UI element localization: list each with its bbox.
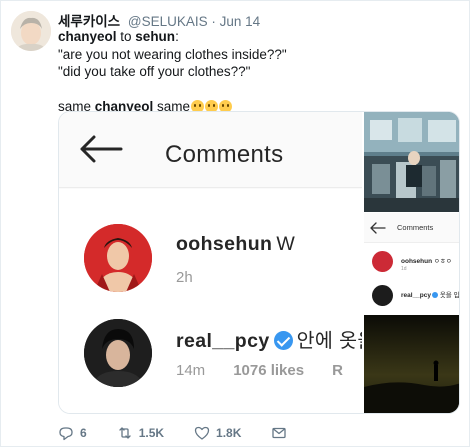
retweet-button[interactable]: 1.5K [117,425,164,441]
mini-header: Comments [364,213,459,243]
comment-meta: 14m 1076 likes R [176,362,343,379]
comment-avatar [84,224,152,292]
comment-reply: R [332,362,343,379]
avatar-image [84,224,152,292]
mention-sehun: sehun [135,29,176,44]
avatar-image [11,11,51,51]
mini-comment-author: real__pcy 옷을 입 [401,289,460,299]
tweet-line-2: "are you not wearing clothes inside??" [58,46,287,62]
back-arrow-icon [80,135,123,163]
screenshot-comments: oohsehunW 2h real__pcy 안에 옷을 [59,189,362,413]
screenshot-title: Comments [165,141,284,168]
mini-comment-avatar [372,251,393,272]
user-handle[interactable]: @SELUKAIS [128,14,208,29]
tweet-line-1: chanyeol to sehun: [58,28,287,46]
mini-comment-avatar [372,285,393,306]
tweet-line-3: "did you take off your clothes??" [58,64,251,79]
direct-message-button[interactable] [271,425,293,441]
like-count: 1.8K [216,426,242,440]
mini-comment-age: 1d [401,266,407,272]
verified-badge-icon [432,292,438,298]
comment-age: 14m [176,362,206,379]
tweet-line-gap [58,81,287,99]
tweet-text: chanyeol to sehun: "are you not wearing … [58,28,287,116]
comment-age: 2h [176,269,193,286]
tweet-text-to: to [116,29,136,44]
comment-username: oohsehun [176,233,273,255]
media-photo-night[interactable] [364,315,459,413]
reply-count: 6 [80,426,87,440]
back-arrow-icon [370,222,386,234]
mini-username: real__pcy [401,292,431,299]
tweet-text-colon: : [175,29,179,44]
tweet-card: 세루카이스 @SELUKAIS · Jun 14 chanyeol to seh… [0,0,470,447]
room-photo-image [364,112,459,212]
mini-username: oohsehun [401,258,433,265]
retweet-icon [119,427,131,439]
comment-username: real__pcy [176,330,270,352]
comment-likes: 1076 likes [233,362,305,379]
media-photo-room[interactable] [364,112,459,212]
tweet-actions: 6 1.5K 1.8K [58,424,323,442]
tweet-header: 세루카이스 @SELUKAIS · Jun 14 [58,10,260,30]
envelope-icon [272,427,287,439]
comment-author: real__pcy 안에 옷을 [176,324,362,353]
media-mini-comments[interactable]: Comments oohsehun ㅇㅎㅇ 1d real__pcy 옷을 입 [364,213,460,314]
tweet-media-grid[interactable]: Comments oohsehun W 2h real__pcy 안에 옷 14… [58,111,460,414]
avatar-image [84,319,152,387]
mini-comment-text: ㅇㅎㅇ [433,258,452,265]
retweet-count: 1.5K [138,426,165,440]
mini-title: Comments [397,223,434,232]
tweet-date[interactable]: Jun 14 [220,14,261,29]
like-button[interactable]: 1.8K [194,425,241,441]
reply-button[interactable]: 6 [58,425,87,441]
comment-avatar [84,319,152,387]
heart-icon [194,426,210,440]
night-photo-image [364,315,459,413]
user-avatar[interactable] [11,11,51,51]
mini-comment-author: oohsehun ㅇㅎㅇ [401,255,452,265]
mention-chanyeol: chanyeol [58,29,117,44]
screenshot-header: Comments [59,112,362,188]
media-side-column: Comments oohsehun ㅇㅎㅇ 1d real__pcy 옷을 입 [364,112,460,413]
comment-text: 안에 옷을 [296,330,362,352]
separator-dot: · [211,14,216,29]
display-name[interactable]: 세루카이스 [58,14,120,29]
comment-author: oohsehun W [176,233,295,256]
verified-badge-icon [273,331,293,350]
comment-meta: 2h [176,269,193,286]
comment-text: W [276,233,296,255]
media-comments-screenshot[interactable]: Comments oohsehun W 2h real__pcy 안에 옷 14… [59,112,362,413]
reply-icon [59,427,73,441]
mini-comment-text: 옷을 입 [439,292,460,299]
